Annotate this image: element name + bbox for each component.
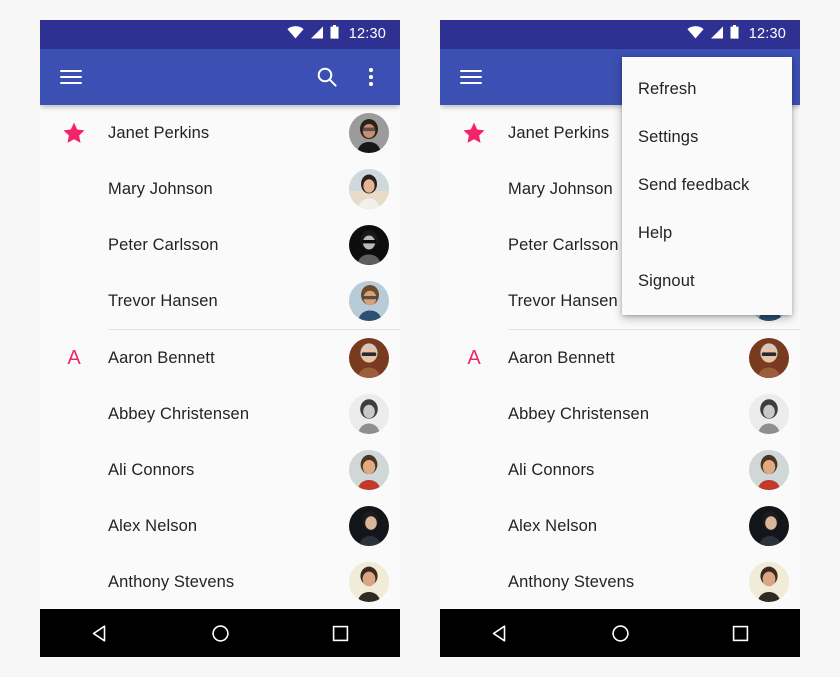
- status-bar: 12:30: [440, 20, 800, 49]
- list-item[interactable]: Alex Nelson: [440, 498, 800, 554]
- section-letter-label: A: [467, 347, 481, 369]
- contact-name: Alex Nelson: [508, 516, 598, 535]
- android-nav-bar: [40, 609, 400, 657]
- avatar: [338, 562, 400, 602]
- list-item[interactable]: Abbey Christensen: [440, 386, 800, 442]
- section-letter: A: [440, 348, 508, 368]
- menu-item-help[interactable]: Help: [622, 209, 792, 257]
- menu-item-refresh[interactable]: Refresh: [622, 65, 792, 113]
- list-item[interactable]: Peter Carlsson: [40, 217, 400, 273]
- avatar: [738, 338, 800, 378]
- status-bar-time: 12:30: [348, 26, 386, 43]
- contact-section-a: A Aaron Bennett Abbey Christensen Ali Co…: [440, 330, 800, 610]
- overflow-dropdown-menu[interactable]: Refresh Settings Send feedback Help Sign…: [622, 57, 792, 315]
- menu-item-send-feedback[interactable]: Send feedback: [622, 161, 792, 209]
- avatar: [338, 394, 400, 434]
- section-letter: A: [40, 348, 108, 368]
- hamburger-menu-icon[interactable]: [456, 62, 486, 92]
- contact-name: Anthony Stevens: [508, 572, 635, 591]
- contact-name: Aaron Bennett: [508, 348, 615, 367]
- contact-name: Ali Connors: [108, 460, 195, 479]
- list-item[interactable]: A Aaron Bennett: [40, 330, 400, 386]
- hamburger-menu-icon[interactable]: [56, 62, 86, 92]
- signal-icon: [710, 26, 724, 44]
- list-item[interactable]: Ali Connors: [40, 442, 400, 498]
- avatar: [338, 225, 400, 265]
- status-bar-icons: [287, 25, 339, 44]
- list-item[interactable]: Mary Johnson: [40, 161, 400, 217]
- list-item[interactable]: Janet Perkins: [40, 105, 400, 161]
- contact-name: Abbey Christensen: [508, 404, 650, 423]
- contact-name: Aaron Bennett: [108, 348, 215, 367]
- list-item[interactable]: Alex Nelson: [40, 498, 400, 554]
- status-bar-icons: [687, 25, 739, 44]
- app-bar: [40, 49, 400, 105]
- avatar: [738, 506, 800, 546]
- list-item[interactable]: Trevor Hansen: [40, 273, 400, 329]
- list-item[interactable]: Anthony Stevens: [40, 554, 400, 610]
- phone-mockup-left: 12:30 Janet Perkins Mary Johnson Peter C…: [40, 20, 400, 657]
- contact-name: Ali Connors: [508, 460, 595, 479]
- status-bar: 12:30: [40, 20, 400, 49]
- contact-name: Abbey Christensen: [108, 404, 250, 423]
- list-item[interactable]: Ali Connors: [440, 442, 800, 498]
- star-icon: [40, 121, 108, 145]
- menu-item-settings[interactable]: Settings: [622, 113, 792, 161]
- recents-square-icon[interactable]: [316, 609, 364, 657]
- wifi-icon: [287, 25, 304, 44]
- list-item[interactable]: Anthony Stevens: [440, 554, 800, 610]
- battery-icon: [730, 25, 739, 44]
- avatar: [338, 169, 400, 209]
- contact-section-starred: Janet Perkins Mary Johnson Peter Carlsso…: [40, 105, 400, 329]
- overflow-menu-icon[interactable]: [356, 62, 386, 92]
- avatar: [338, 113, 400, 153]
- recents-square-icon[interactable]: [716, 609, 764, 657]
- contact-section-a: A Aaron Bennett Abbey Christensen Ali Co…: [40, 330, 400, 610]
- status-bar-time: 12:30: [748, 26, 786, 43]
- battery-icon: [330, 25, 339, 44]
- avatar: [738, 450, 800, 490]
- avatar: [338, 281, 400, 321]
- android-nav-bar: [440, 609, 800, 657]
- star-icon: [440, 121, 508, 145]
- home-circle-icon[interactable]: [596, 609, 644, 657]
- home-circle-icon[interactable]: [196, 609, 244, 657]
- avatar: [338, 450, 400, 490]
- contact-name: Janet Perkins: [108, 123, 210, 142]
- phone-mockup-right: 12:30 Janet Perkins Mary Johnson Peter C…: [440, 20, 800, 657]
- screenshot-stage: 12:30 Janet Perkins Mary Johnson Peter C…: [0, 0, 840, 677]
- list-item[interactable]: Abbey Christensen: [40, 386, 400, 442]
- section-letter-label: A: [67, 347, 81, 369]
- contact-name: Trevor Hansen: [108, 291, 218, 310]
- contact-name: Alex Nelson: [108, 516, 198, 535]
- contact-name: Mary Johnson: [108, 179, 213, 198]
- menu-item-signout[interactable]: Signout: [622, 257, 792, 305]
- avatar: [338, 506, 400, 546]
- avatar: [338, 338, 400, 378]
- contact-name: Peter Carlsson: [108, 235, 219, 254]
- list-item[interactable]: A Aaron Bennett: [440, 330, 800, 386]
- avatar: [738, 562, 800, 602]
- contact-list[interactable]: Janet Perkins Mary Johnson Peter Carlsso…: [40, 105, 400, 657]
- back-triangle-icon[interactable]: [76, 609, 124, 657]
- contact-name: Anthony Stevens: [108, 572, 235, 591]
- wifi-icon: [687, 25, 704, 44]
- back-triangle-icon[interactable]: [476, 609, 524, 657]
- signal-icon: [310, 26, 324, 44]
- search-icon[interactable]: [312, 62, 342, 92]
- avatar: [738, 394, 800, 434]
